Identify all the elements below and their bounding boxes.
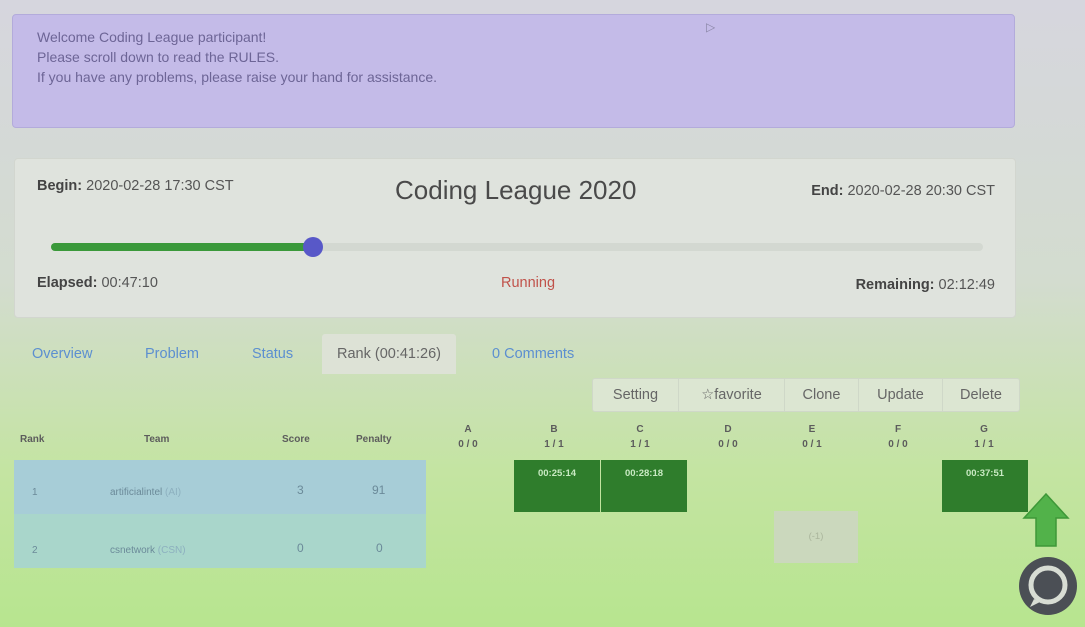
score-cell: 0 xyxy=(297,541,304,555)
notice-line-help: If you have any problems, please raise y… xyxy=(37,69,437,85)
begin-value: 2020-02-28 17:30 CST xyxy=(82,178,234,194)
setting-button[interactable]: Setting xyxy=(593,379,679,411)
problem-header-d[interactable]: D 0 / 0 xyxy=(708,424,748,450)
remaining-label: Remaining: xyxy=(855,277,935,293)
problem-id: B xyxy=(550,424,558,435)
contest-info-panel: Begin: 2020-02-28 17:30 CST Coding Leagu… xyxy=(14,158,1016,318)
tab-rank[interactable]: Rank (00:41:26) xyxy=(322,334,456,374)
chat-icon[interactable] xyxy=(1017,555,1079,617)
problem-header-g[interactable]: G 1 / 1 xyxy=(964,424,1004,450)
up-arrow-icon[interactable] xyxy=(1022,492,1070,548)
remaining-value: 02:12:49 xyxy=(934,277,995,293)
rank-cell: 2 xyxy=(32,545,38,556)
progress-fill xyxy=(51,243,313,251)
table-row xyxy=(14,460,426,514)
tab-problem[interactable]: Problem xyxy=(145,334,199,374)
notice-line-welcome: Welcome Coding League participant! xyxy=(37,29,267,45)
end-value: 2020-02-28 20:30 CST xyxy=(843,183,995,199)
remaining-time: Remaining: 02:12:49 xyxy=(856,277,995,293)
team-cell[interactable]: csnetwork (CSN) xyxy=(110,545,186,556)
team-cell[interactable]: artificialintel (AI) xyxy=(110,487,181,498)
begin-time: Begin: 2020-02-28 17:30 CST xyxy=(37,175,257,197)
problem-id: C xyxy=(636,424,644,435)
elapsed-label: Elapsed: xyxy=(37,275,98,291)
notice-banner: Welcome Coding League participant! Pleas… xyxy=(12,14,1015,128)
clone-button[interactable]: Clone xyxy=(785,379,859,411)
problem-header-c[interactable]: C 1 / 1 xyxy=(620,424,660,450)
problem-id: A xyxy=(464,424,472,435)
problem-id: D xyxy=(724,424,732,435)
problem-stat: 0 / 0 xyxy=(718,439,738,450)
solved-cell-g[interactable]: 00:37:51 xyxy=(942,460,1028,512)
tried-cell-e[interactable]: (-1) xyxy=(774,511,858,563)
contest-actions: Setting ☆favorite Clone Update Delete xyxy=(592,378,1020,412)
elapsed-value: 00:47:10 xyxy=(97,275,158,291)
end-time: End: 2020-02-28 20:30 CST xyxy=(811,183,995,199)
problem-header-f[interactable]: F 0 / 0 xyxy=(878,424,918,450)
score-cell: 3 xyxy=(297,483,304,497)
progress-slider-handle[interactable] xyxy=(302,237,323,257)
contest-title: Coding League 2020 xyxy=(395,175,637,205)
elapsed-time: Elapsed: 00:47:10 xyxy=(37,275,158,291)
contest-progress-bar xyxy=(51,237,983,257)
rank-cell: 1 xyxy=(32,487,38,498)
solved-cell-c[interactable]: 00:28:18 xyxy=(601,460,687,512)
end-label: End: xyxy=(811,183,844,199)
penalty-header: Penalty xyxy=(356,434,392,445)
problem-id: F xyxy=(894,424,902,435)
penalty-cell: 0 xyxy=(376,541,383,555)
problem-id: E xyxy=(808,424,816,435)
begin-label: Begin: xyxy=(37,178,83,194)
favorite-button[interactable]: ☆favorite xyxy=(679,379,785,411)
problem-stat: 0 / 0 xyxy=(888,439,908,450)
table-row xyxy=(14,514,426,568)
problem-stat: 1 / 1 xyxy=(630,439,650,450)
team-name: artificialintel xyxy=(110,487,163,498)
problem-header-e[interactable]: E 0 / 1 xyxy=(792,424,832,450)
mouse-cursor-icon: ▷ xyxy=(706,20,716,34)
team-tag: (AI) xyxy=(165,487,182,498)
problem-stat: 1 / 1 xyxy=(974,439,994,450)
rank-header: Rank xyxy=(20,434,45,445)
tab-status[interactable]: Status xyxy=(252,334,293,374)
team-tag: (CSN) xyxy=(157,545,186,556)
team-header: Team xyxy=(144,434,170,445)
update-button[interactable]: Update xyxy=(859,379,943,411)
delete-button[interactable]: Delete xyxy=(943,379,1019,411)
problem-id: G xyxy=(980,424,988,435)
tab-comments[interactable]: 0 Comments xyxy=(492,334,574,374)
notice-line-rules: Please scroll down to read the RULES. xyxy=(37,49,280,65)
solved-cell-b[interactable]: 00:25:14 xyxy=(514,460,600,512)
problem-header-a[interactable]: A 0 / 0 xyxy=(448,424,488,450)
penalty-cell: 91 xyxy=(372,483,386,497)
problem-stat: 0 / 0 xyxy=(458,439,478,450)
problem-stat: 0 / 1 xyxy=(802,439,822,450)
contest-status: Running xyxy=(501,275,556,291)
team-name: csnetwork xyxy=(110,545,156,556)
problem-stat: 1 / 1 xyxy=(544,439,564,450)
problem-header-b[interactable]: B 1 / 1 xyxy=(534,424,574,450)
score-header: Score xyxy=(282,434,310,445)
tab-overview[interactable]: Overview xyxy=(32,334,92,374)
